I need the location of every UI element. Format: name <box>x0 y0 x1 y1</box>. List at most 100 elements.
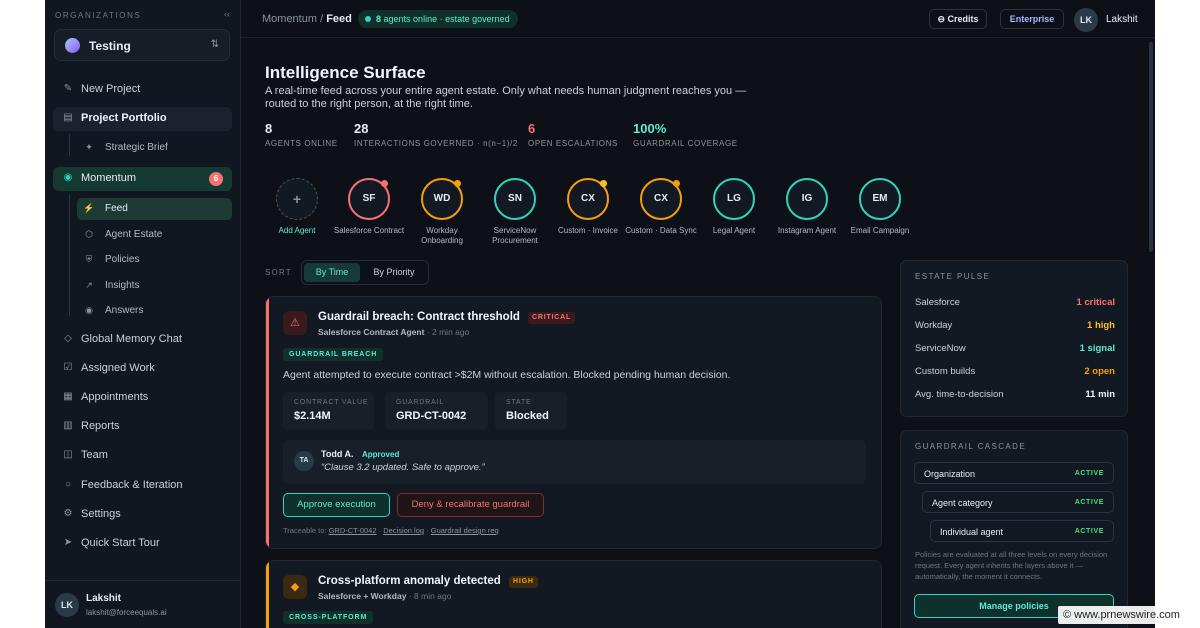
agent-name: Salesforce Contract <box>333 226 405 235</box>
nav-global-memory-chat[interactable]: ◇ Global Memory Chat <box>53 328 232 352</box>
agent-initials: SF <box>362 193 376 204</box>
circle-icon: ○ <box>64 479 72 490</box>
cascade-level-agent-category: Agent category ACTIVE <box>922 491 1114 513</box>
gear-icon: ⚙ <box>63 508 73 519</box>
pulse-value: 11 min <box>1085 389 1115 400</box>
field-key: CONTRACT VALUE <box>294 399 369 406</box>
pulse-row: Avg. time-to-decision 11 min <box>915 389 1115 400</box>
watermark: © www.prnewswire.com <box>1058 606 1185 624</box>
field-value: $2.14M <box>294 410 331 422</box>
nav-project-portfolio[interactable]: ▤ Project Portfolio <box>53 107 232 131</box>
field-state: STATE Blocked <box>495 392 567 430</box>
source-name: Salesforce Contract Agent <box>318 327 425 337</box>
scrollbar[interactable] <box>1149 42 1153 252</box>
pulse-name: ServiceNow <box>915 343 966 354</box>
nav-reports[interactable]: ▥ Reports <box>53 415 232 439</box>
nav-feed[interactable]: ⚡ Feed <box>77 198 232 220</box>
pulse-row: ServiceNow 1 signal <box>915 343 1115 354</box>
online-text: agents online · estate governed <box>383 14 510 24</box>
pulse-row: Workday 1 high <box>915 320 1115 331</box>
agent-initials: CX <box>654 193 668 204</box>
agent-legal[interactable]: LG Legal Agent <box>697 178 771 236</box>
approve-execution-button[interactable]: Approve execution <box>283 493 390 517</box>
nav-policies[interactable]: ⛨ Policies <box>77 249 232 271</box>
sort-by-priority-button[interactable]: By Priority <box>362 263 426 282</box>
agent-instagram[interactable]: IG Instagram Agent <box>770 178 844 236</box>
reviewer-name: Todd A. <box>321 449 354 459</box>
field-key: STATE <box>506 399 532 406</box>
nav-insights[interactable]: ↗ Insights <box>77 275 232 297</box>
card-source: Salesforce + Workday · 8 min ago <box>318 591 451 601</box>
nav-feedback[interactable]: ○ Feedback & Iteration <box>53 474 232 498</box>
nav-label: Assigned Work <box>81 362 155 374</box>
collapse-sidebar-icon[interactable]: ‹‹ <box>224 9 230 19</box>
nav-answers[interactable]: ◉ Answers <box>77 300 232 322</box>
trace-link[interactable]: Decision log <box>383 526 424 535</box>
team-icon: ◫ <box>63 449 73 460</box>
page-description: A real-time feed across your entire agen… <box>265 85 747 110</box>
sort-label: SORT <box>265 268 292 277</box>
user-email: lakshit@forceequals.ai <box>86 608 167 617</box>
nav-agent-estate[interactable]: ⬡ Agent Estate <box>77 224 232 246</box>
nav-label: Team <box>81 449 108 461</box>
pulse-value: 1 signal <box>1079 343 1115 354</box>
nav-new-project[interactable]: ✎ New Project <box>53 78 232 102</box>
nav-label: New Project <box>81 83 141 95</box>
agent-name: Workday Onboarding <box>421 226 463 245</box>
shield-icon: ⛨ <box>85 254 93 264</box>
nav-appointments[interactable]: ▦ Appointments <box>53 386 232 410</box>
agent-servicenow-procurement[interactable]: SN ServiceNow Procurement <box>478 178 552 246</box>
nav-assigned-work[interactable]: ☑ Assigned Work <box>53 357 232 381</box>
pulse-name: Workday <box>915 320 953 331</box>
sort-by-time-button[interactable]: By Time <box>304 263 360 282</box>
level-status: ACTIVE <box>1074 499 1104 506</box>
credits-button[interactable]: ⊖ Credits <box>929 9 987 29</box>
nav-label: Agent Estate <box>105 229 163 240</box>
nav-team[interactable]: ◫ Team <box>53 444 232 468</box>
enterprise-plan-button[interactable]: Enterprise <box>1000 9 1064 29</box>
escalation-card: ◆ Cross-platform anomaly detected HIGH S… <box>265 560 882 628</box>
nav-momentum[interactable]: ◉ Momentum 6 <box>53 167 232 191</box>
trace-link[interactable]: Guardrail design req <box>431 526 499 535</box>
nav-label: Insights <box>105 280 140 291</box>
pulse-name: Custom builds <box>915 366 976 377</box>
nav-label: Reports <box>81 420 120 432</box>
breadcrumb-parent[interactable]: Momentum / <box>262 13 323 25</box>
dot-circle-icon: ◉ <box>85 305 93 315</box>
stat-value: 8 <box>265 121 273 136</box>
agent-salesforce-contract[interactable]: SF Salesforce Contract <box>332 178 406 236</box>
severity-badge: CRITICAL <box>528 312 576 324</box>
nav-strategic-brief[interactable]: ✦ Strategic Brief <box>77 137 232 159</box>
agent-email-campaign[interactable]: EM Email Campaign <box>843 178 917 236</box>
agent-avatar: EM <box>859 178 901 220</box>
nav-settings[interactable]: ⚙ Settings <box>53 503 232 527</box>
calendar-icon: ▦ <box>63 391 73 402</box>
nav-quick-start-tour[interactable]: ➤ Quick Start Tour <box>53 532 232 556</box>
cascade-note: Policies are evaluated at all three leve… <box>915 550 1108 581</box>
deny-recalibrate-button[interactable]: Deny & recalibrate guardrail <box>397 493 544 517</box>
tree-connector <box>69 134 70 156</box>
trace-link[interactable]: GRD-CT-0042 <box>329 526 377 535</box>
agent-custom-invoice[interactable]: CX Custom · Invoice <box>551 178 625 236</box>
stat-interactions: 28 INTERACTIONS GOVERNED · n(n−1)/2 <box>354 121 518 148</box>
pencil-icon: ✎ <box>63 83 73 94</box>
stat-value: 100% <box>633 121 667 136</box>
nav-label: Settings <box>81 508 121 520</box>
add-agent-button[interactable]: + Add Agent <box>260 178 334 236</box>
card-title: Cross-platform anomaly detected <box>318 575 501 587</box>
pulse-row: Custom builds 2 open <box>915 366 1115 377</box>
agent-avatar: LG <box>713 178 755 220</box>
sparkle-icon: ✦ <box>85 142 93 152</box>
plus-icon: + <box>276 178 318 220</box>
agent-workday-onboarding[interactable]: WD Workday Onboarding <box>405 178 479 246</box>
organization-switcher[interactable]: Testing ⇅ <box>54 29 230 61</box>
agent-initials: WD <box>433 193 451 204</box>
avatar[interactable]: LK <box>1074 8 1098 32</box>
agent-custom-data-sync[interactable]: CX Custom · Data Sync <box>624 178 698 236</box>
agent-initials: SN <box>508 193 522 204</box>
user-profile[interactable]: LK Lakshit lakshit@forceequals.ai <box>45 580 241 628</box>
level-status: ACTIVE <box>1074 528 1104 535</box>
cascade-level-organization: Organization ACTIVE <box>914 462 1114 484</box>
panel-heading: ESTATE PULSE <box>915 272 991 281</box>
target-icon: ◉ <box>63 172 73 183</box>
